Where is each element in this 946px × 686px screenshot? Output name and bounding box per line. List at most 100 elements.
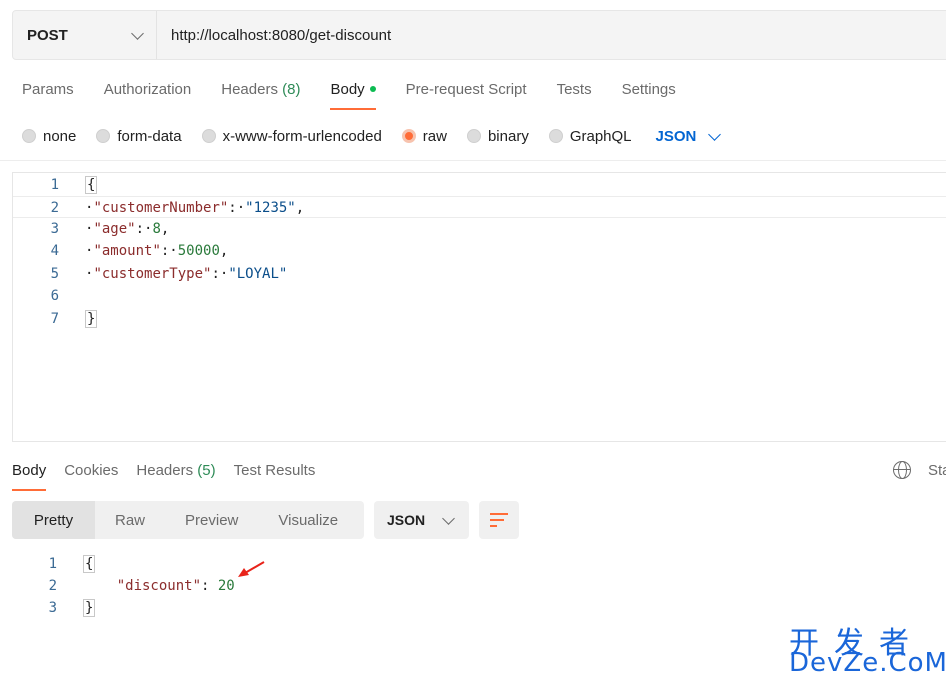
code-line: 1 { [13,174,946,196]
radio-icon [201,129,216,143]
body-type-options: none form-data x-www-form-urlencoded raw… [22,125,722,147]
method-select[interactable]: POST [13,11,157,59]
tab-params[interactable]: Params [22,80,74,110]
line-number: 3 [48,600,57,616]
line-number: 7 [50,311,59,327]
line-number: 6 [50,288,59,304]
code-line: 2 ·"customerNumber":·"1235", [13,196,946,218]
raw-format-select[interactable]: JSON [655,127,722,145]
code-line: 7 } [13,308,946,330]
raw-format-label: JSON [655,127,697,145]
body-type-raw[interactable]: raw [401,127,447,145]
response-tab-body[interactable]: Body [12,461,47,491]
code-line: 3 } [0,597,946,619]
json-number: 50000 [177,243,220,259]
body-type-raw-label: raw [422,127,447,145]
tab-authorization[interactable]: Authorization [104,80,192,110]
view-raw[interactable]: Raw [95,501,165,539]
body-type-form-data[interactable]: form-data [96,127,182,145]
modified-dot-icon [369,85,376,92]
body-type-graphql[interactable]: GraphQL [548,127,632,145]
body-type-none[interactable]: none [22,128,76,145]
body-type-form-data-label: form-data [117,127,182,145]
code-line: 5 ·"customerType":·"LOYAL" [13,263,946,285]
code-text: ·"amount":·50000, [85,243,229,259]
open-brace: { [83,555,96,573]
request-bar: POST http://localhost:8080/get-discount [12,10,946,60]
annotation-arrow-icon [238,561,265,577]
response-tabs: Body Cookies Headers (5) Test Results [12,461,345,491]
code-text: ·"customerType":·"LOYAL" [85,266,288,282]
code-text: } [85,308,98,330]
code-line: 2 "discount": 20 [0,575,946,597]
code-line: 3 ·"age":·8, [13,218,946,240]
json-string: "LOYAL" [228,266,288,282]
headers-count: (8) [282,81,301,98]
body-type-graphql-label: GraphQL [569,127,632,145]
json-key: "customerType" [93,266,212,282]
line-number: 1 [48,556,57,572]
response-format-select[interactable]: JSON [374,501,469,539]
tab-prerequest-script[interactable]: Pre-request Script [406,80,527,110]
body-type-binary[interactable]: binary [466,128,529,145]
response-format-label: JSON [387,512,426,528]
globe-icon[interactable] [893,461,911,479]
response-view-toggle: Pretty Raw Preview Visualize [12,501,364,539]
json-string: "1235" [245,200,296,216]
response-tab-headers[interactable]: Headers (5) [136,461,215,491]
json-key: "discount" [116,578,202,594]
watermark-line2: DevZe.CoM [789,648,946,678]
tab-tests[interactable]: Tests [557,80,592,110]
line-number: 2 [50,200,59,216]
view-pretty[interactable]: Pretty [12,501,95,539]
json-key: "age" [93,221,136,237]
radio-icon [548,129,563,143]
code-line: 4 ·"amount":·50000, [13,240,946,262]
body-type-urlencoded[interactable]: x-www-form-urlencoded [201,127,382,145]
chevron-down-icon [131,26,144,40]
tab-headers-label: Headers [221,81,278,98]
body-type-urlencoded-label: x-www-form-urlencoded [222,127,382,145]
code-text: "discount": 20 [116,578,235,594]
json-number: 8 [152,221,161,237]
radio-icon [22,129,36,143]
json-number: 20 [217,578,235,594]
code-text: { [85,174,98,196]
response-headers-count: (5) [197,462,216,479]
code-text: ·"age":·8, [85,221,170,237]
radio-icon [96,129,111,143]
divider [0,160,946,161]
code-text: { [83,553,96,575]
status-text: Sta [928,462,946,479]
code-text: } [83,597,96,619]
view-preview[interactable]: Preview [165,501,258,539]
response-tab-cookies[interactable]: Cookies [64,461,118,491]
url-input[interactable]: http://localhost:8080/get-discount [157,11,391,59]
response-tab-headers-label: Headers [136,462,194,479]
method-label: POST [27,26,68,44]
open-brace: { [85,176,98,194]
json-key: "amount" [93,243,161,259]
response-tab-test-results[interactable]: Test Results [234,461,316,491]
body-type-none-label: none [43,127,77,145]
chevron-down-icon [442,511,455,525]
json-key: "customerNumber" [93,200,229,216]
code-line: 1 { [0,553,946,575]
request-tabs: Params Authorization Headers (8) Body Pr… [22,80,706,110]
tab-body[interactable]: Body [330,80,376,110]
tab-body-label: Body [330,81,365,98]
tab-headers[interactable]: Headers (8) [221,80,300,110]
line-number: 3 [50,221,59,237]
line-number: 2 [48,578,57,594]
tab-settings[interactable]: Settings [622,80,676,110]
request-body-editor[interactable]: 1 { 2 ·"customerNumber":·"1235", 3 ·"age… [12,172,946,442]
close-brace: } [83,599,96,617]
code-line: 6 [13,285,946,307]
line-number: 4 [50,243,59,259]
radio-icon [466,129,481,143]
code-text: ·"customerNumber":·"1235", [85,200,305,216]
view-visualize[interactable]: Visualize [258,501,358,539]
chevron-down-icon [708,127,722,141]
wrap-lines-button[interactable] [479,501,519,539]
line-number: 1 [50,177,59,193]
